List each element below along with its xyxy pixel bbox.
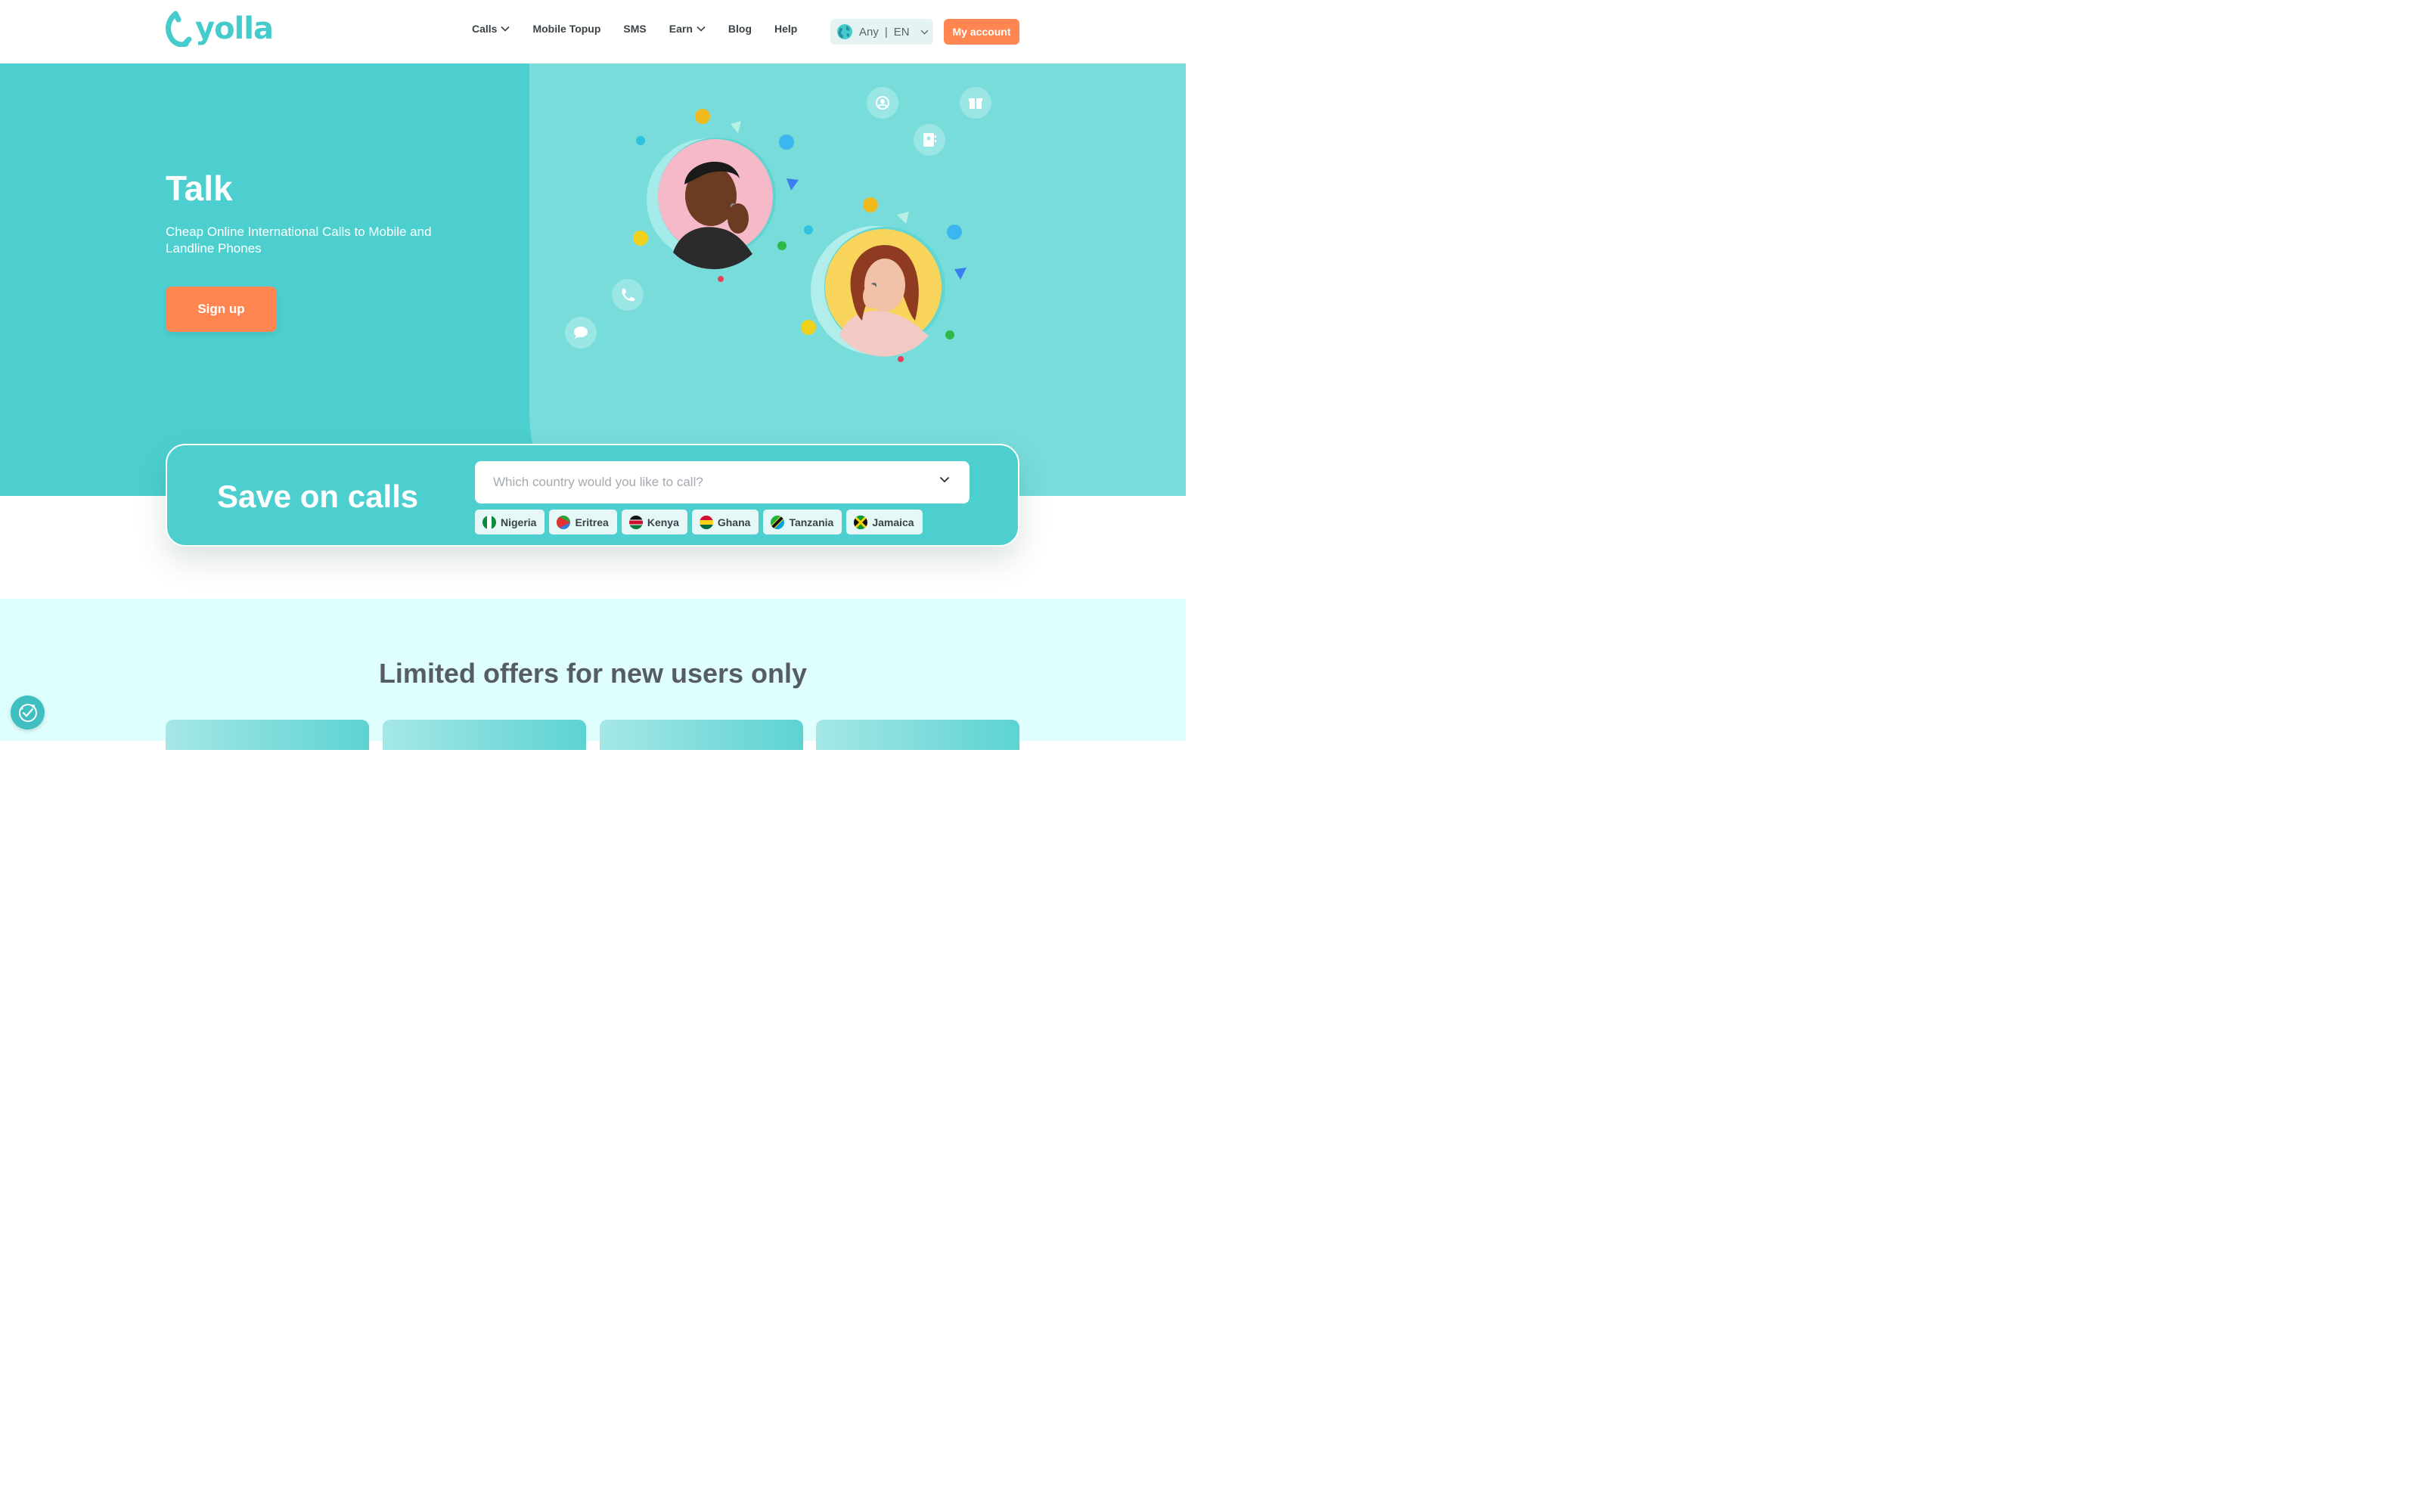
save-title: Save on calls	[217, 479, 419, 514]
tanzania-flag-icon	[771, 515, 785, 529]
country-chip-label: Tanzania	[789, 516, 834, 528]
country-chip-nigeria[interactable]: Nigeria	[475, 510, 545, 534]
contact-icon	[867, 87, 898, 119]
gift-icon	[960, 87, 991, 119]
chevron-down-icon	[939, 476, 950, 483]
country-search-placeholder: Which country would you like to call?	[493, 475, 703, 489]
globe-icon	[837, 24, 852, 39]
country-chip-kenya[interactable]: Kenya	[621, 510, 687, 534]
save-on-calls-panel: Save on calls Which country would you li…	[166, 444, 1019, 547]
offer-card[interactable]	[816, 720, 1019, 750]
my-account-button[interactable]: My account	[944, 19, 1019, 45]
chevron-down-icon	[920, 29, 928, 35]
page: yolla Calls Mobile Topup SMS Earn Blog H…	[0, 0, 1186, 750]
yolla-logo[interactable]: yolla	[165, 11, 274, 47]
main-nav: Calls Mobile Topup SMS Earn Blog Help	[472, 23, 820, 35]
nav-earn[interactable]: Earn	[669, 23, 706, 35]
nav-help[interactable]: Help	[774, 23, 797, 35]
separator: |	[884, 25, 888, 39]
kenya-flag-icon	[628, 515, 643, 529]
country-chip-label: Eritrea	[575, 516, 609, 528]
language-value: EN	[893, 25, 910, 39]
hero-subtitle: Cheap Online International Calls to Mobi…	[166, 225, 432, 256]
site-header: yolla Calls Mobile Topup SMS Earn Blog H…	[0, 0, 1186, 64]
chat-bubble-icon	[565, 317, 597, 349]
country-chip-label: Ghana	[717, 516, 751, 528]
nav-earn-label: Earn	[669, 23, 693, 35]
woman-calling-avatar	[811, 226, 945, 357]
offer-card[interactable]	[600, 720, 803, 750]
phone-handset-logo-icon	[166, 11, 192, 47]
hero-illustration	[565, 87, 991, 362]
nav-help-label: Help	[774, 23, 798, 35]
jamaica-flag-icon	[854, 515, 868, 529]
country-chip-label: Jamaica	[872, 516, 914, 528]
chevron-down-icon	[501, 26, 510, 32]
nav-calls-label: Calls	[472, 23, 498, 35]
hero-title: Talk	[166, 169, 233, 208]
offer-card[interactable]	[383, 720, 586, 750]
country-chip-ghana[interactable]: Ghana	[691, 510, 759, 534]
nav-mobile-topup[interactable]: Mobile Topup	[532, 23, 600, 35]
ghana-flag-icon	[699, 515, 713, 529]
signup-button[interactable]: Sign up	[166, 287, 277, 332]
phone-icon	[612, 279, 644, 311]
privacy-settings-button[interactable]	[11, 696, 45, 730]
popular-countries: Nigeria Eritrea Kenya Ghana Tanzania Jam…	[475, 510, 923, 534]
offer-card[interactable]	[166, 720, 369, 750]
nav-blog[interactable]: Blog	[728, 23, 752, 35]
nav-mobile-topup-label: Mobile Topup	[532, 23, 601, 35]
chevron-down-icon	[697, 26, 706, 32]
nav-sms[interactable]: SMS	[623, 23, 646, 35]
country-chip-label: Kenya	[647, 516, 679, 528]
man-calling-avatar	[647, 138, 776, 270]
nav-sms-label: SMS	[623, 23, 647, 35]
nigeria-flag-icon	[482, 515, 496, 529]
nav-blog-label: Blog	[728, 23, 752, 35]
currency-value: Any	[859, 25, 879, 39]
cookie-check-icon	[18, 703, 37, 722]
address-book-icon	[914, 124, 945, 156]
country-chip-label: Nigeria	[501, 516, 537, 528]
offers-section: Limited offers for new users only	[0, 599, 1186, 750]
country-search-input[interactable]: Which country would you like to call?	[475, 461, 970, 503]
offers-title: Limited offers for new users only	[378, 658, 808, 689]
logo-text: yolla	[195, 11, 274, 46]
country-chip-tanzania[interactable]: Tanzania	[763, 510, 842, 534]
country-chip-eritrea[interactable]: Eritrea	[549, 510, 617, 534]
currency-language-selector[interactable]: Any | EN	[830, 19, 933, 45]
nav-calls[interactable]: Calls	[472, 23, 510, 35]
country-chip-jamaica[interactable]: Jamaica	[846, 510, 923, 534]
eritrea-flag-icon	[557, 515, 571, 529]
